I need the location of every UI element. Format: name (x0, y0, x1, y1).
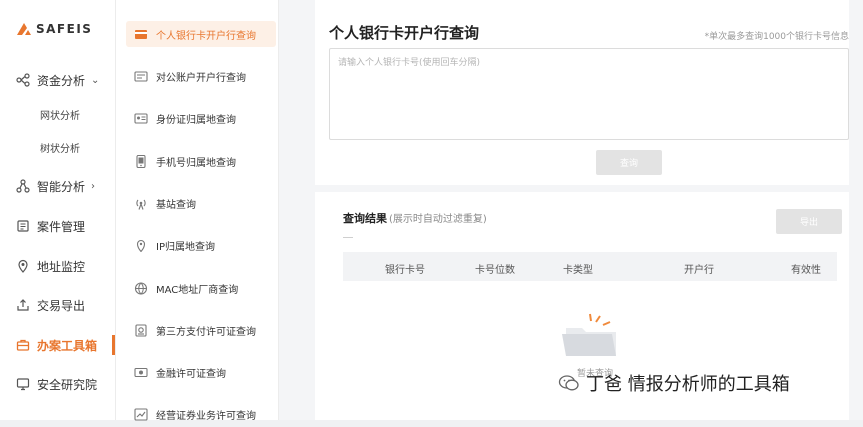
location-icon (18, 259, 28, 273)
sidebar-item-security-institute[interactable]: 安全研究院 (0, 370, 115, 398)
sidebar-subitem-tree-analysis[interactable]: 树状分析 (40, 140, 80, 155)
export-button[interactable]: 导出 (776, 209, 842, 234)
column-header-issuing-bank: 开户行 (684, 265, 714, 276)
watermark-text: 丁爸 情报分析师的工具箱 (586, 374, 790, 395)
phone-icon (136, 154, 146, 168)
ip-pin-icon (136, 239, 146, 252)
empty-folder-icon (562, 313, 616, 356)
payment-icon (135, 323, 147, 337)
results-title-underline (343, 237, 353, 238)
tool-item-phone-number[interactable]: 手机号归属地查询 (126, 148, 276, 174)
sidebar-item-case-management[interactable]: 案件管理 (0, 212, 115, 240)
query-panel: 个人银行卡开户行查询 *单次最多查询1000个银行卡号信息 查询 (315, 0, 849, 185)
sidebar-item-smart-analysis[interactable]: 智能分析 › (0, 172, 115, 200)
sidebar-item-label: 地址监控 (37, 259, 86, 274)
column-header-validity: 有效性 (791, 265, 821, 276)
tool-item-base-station[interactable]: 基站查询 (126, 190, 276, 216)
flow-icon (16, 73, 30, 87)
page-title: 个人银行卡开户行查询 (329, 24, 480, 42)
tool-item-ip-location[interactable]: IP归属地查询 (126, 232, 276, 258)
tool-item-label: MAC地址厂商查询 (156, 284, 239, 296)
results-title-text: 查询结果 (343, 212, 387, 225)
tool-item-label: 个人银行卡开户行查询 (156, 30, 256, 42)
logo-text: SAFEIS (36, 22, 93, 36)
sidebar-item-label: 办案工具箱 (37, 338, 98, 353)
antenna-icon (136, 199, 146, 210)
tool-item-finance-license[interactable]: 金融许可证查询 (126, 359, 276, 385)
toolbox-icon (16, 339, 30, 351)
tool-item-id-card[interactable]: 身份证归属地查询 (126, 105, 276, 131)
tool-item-label: 手机号归属地查询 (156, 157, 236, 169)
toolbox-menu: 个人银行卡开户行查询 对公账户开户行查询 身份证归属地查询 手机号归属地查询 基… (116, 0, 279, 422)
chevron-down-icon: ⌄ (91, 74, 100, 86)
tool-item-label: 基站查询 (156, 199, 196, 211)
bank-card-icon (135, 29, 147, 39)
sidebar-item-transaction-export[interactable]: 交易导出 (0, 291, 115, 319)
id-card-icon (134, 112, 148, 124)
chevron-right-icon: › (91, 180, 96, 192)
tool-item-label: 对公账户开户行查询 (156, 72, 246, 84)
tool-item-label: 第三方支付许可证查询 (156, 326, 256, 338)
bank-card-input[interactable] (329, 48, 849, 140)
brand-logo[interactable]: SAFEIS (16, 22, 92, 36)
results-title: 查询结果 (展示时自动过滤重复) (343, 210, 487, 226)
tool-item-personal-bank-card[interactable]: 个人银行卡开户行查询 (126, 21, 276, 47)
sidebar-item-label: 案件管理 (37, 219, 86, 234)
finance-icon (134, 367, 148, 377)
column-header-card-number: 银行卡号 (385, 265, 425, 276)
export-icon (17, 299, 29, 311)
tool-item-corporate-account[interactable]: 对公账户开户行查询 (126, 63, 276, 89)
column-header-card-length: 卡号位数 (475, 265, 515, 276)
results-hint: (展示时自动过滤重复) (389, 214, 487, 225)
tool-item-label: 经营证券业务许可查询 (156, 410, 256, 422)
securities-icon (134, 407, 148, 421)
article-watermark: 丁爸 情报分析师的工具箱 (558, 366, 858, 400)
tool-item-label: 金融许可证查询 (156, 368, 226, 380)
tool-item-mac-vendor[interactable]: MAC地址厂商查询 (126, 275, 276, 301)
case-icon (17, 220, 29, 232)
sidebar-item-label: 交易导出 (37, 298, 86, 313)
sidebar-item-address-monitor[interactable]: 地址监控 (0, 252, 115, 280)
monitor-icon (16, 378, 30, 391)
nodes-icon (16, 179, 30, 193)
column-header-card-type: 卡类型 (563, 265, 593, 276)
tool-item-third-party-payment[interactable]: 第三方支付许可证查询 (126, 317, 276, 343)
main-sidebar: SAFEIS 资金分析 ⌄ 网状分析 树状分析 智能分析 › 案件管理 地址监控… (0, 0, 116, 420)
tool-item-securities-license[interactable]: 经营证券业务许可查询 (126, 401, 276, 427)
results-table-header: 银行卡号 卡号位数 卡类型 开户行 有效性 (343, 252, 837, 281)
sidebar-item-label: 安全研究院 (37, 377, 98, 392)
building-icon (134, 70, 148, 82)
sidebar-subitem-network-analysis[interactable]: 网状分析 (40, 107, 80, 122)
query-button[interactable]: 查询 (596, 150, 662, 175)
query-limit-note: *单次最多查询1000个银行卡号信息 (704, 32, 849, 42)
globe-icon (134, 281, 148, 295)
tool-item-label: 身份证归属地查询 (156, 114, 236, 126)
tool-item-label: IP归属地查询 (156, 241, 215, 253)
sidebar-item-label: 智能分析 (37, 179, 86, 194)
main-content: 个人银行卡开户行查询 *单次最多查询1000个银行卡号信息 查询 查询结果(展示… (279, 0, 863, 420)
sidebar-item-label: 资金分析 (37, 73, 86, 88)
safeis-logo-icon (17, 23, 31, 35)
wechat-icon (558, 375, 579, 391)
sidebar-item-fund-analysis[interactable]: 资金分析 ⌄ (0, 66, 115, 94)
sidebar-item-toolbox[interactable]: 办案工具箱 (0, 331, 115, 359)
